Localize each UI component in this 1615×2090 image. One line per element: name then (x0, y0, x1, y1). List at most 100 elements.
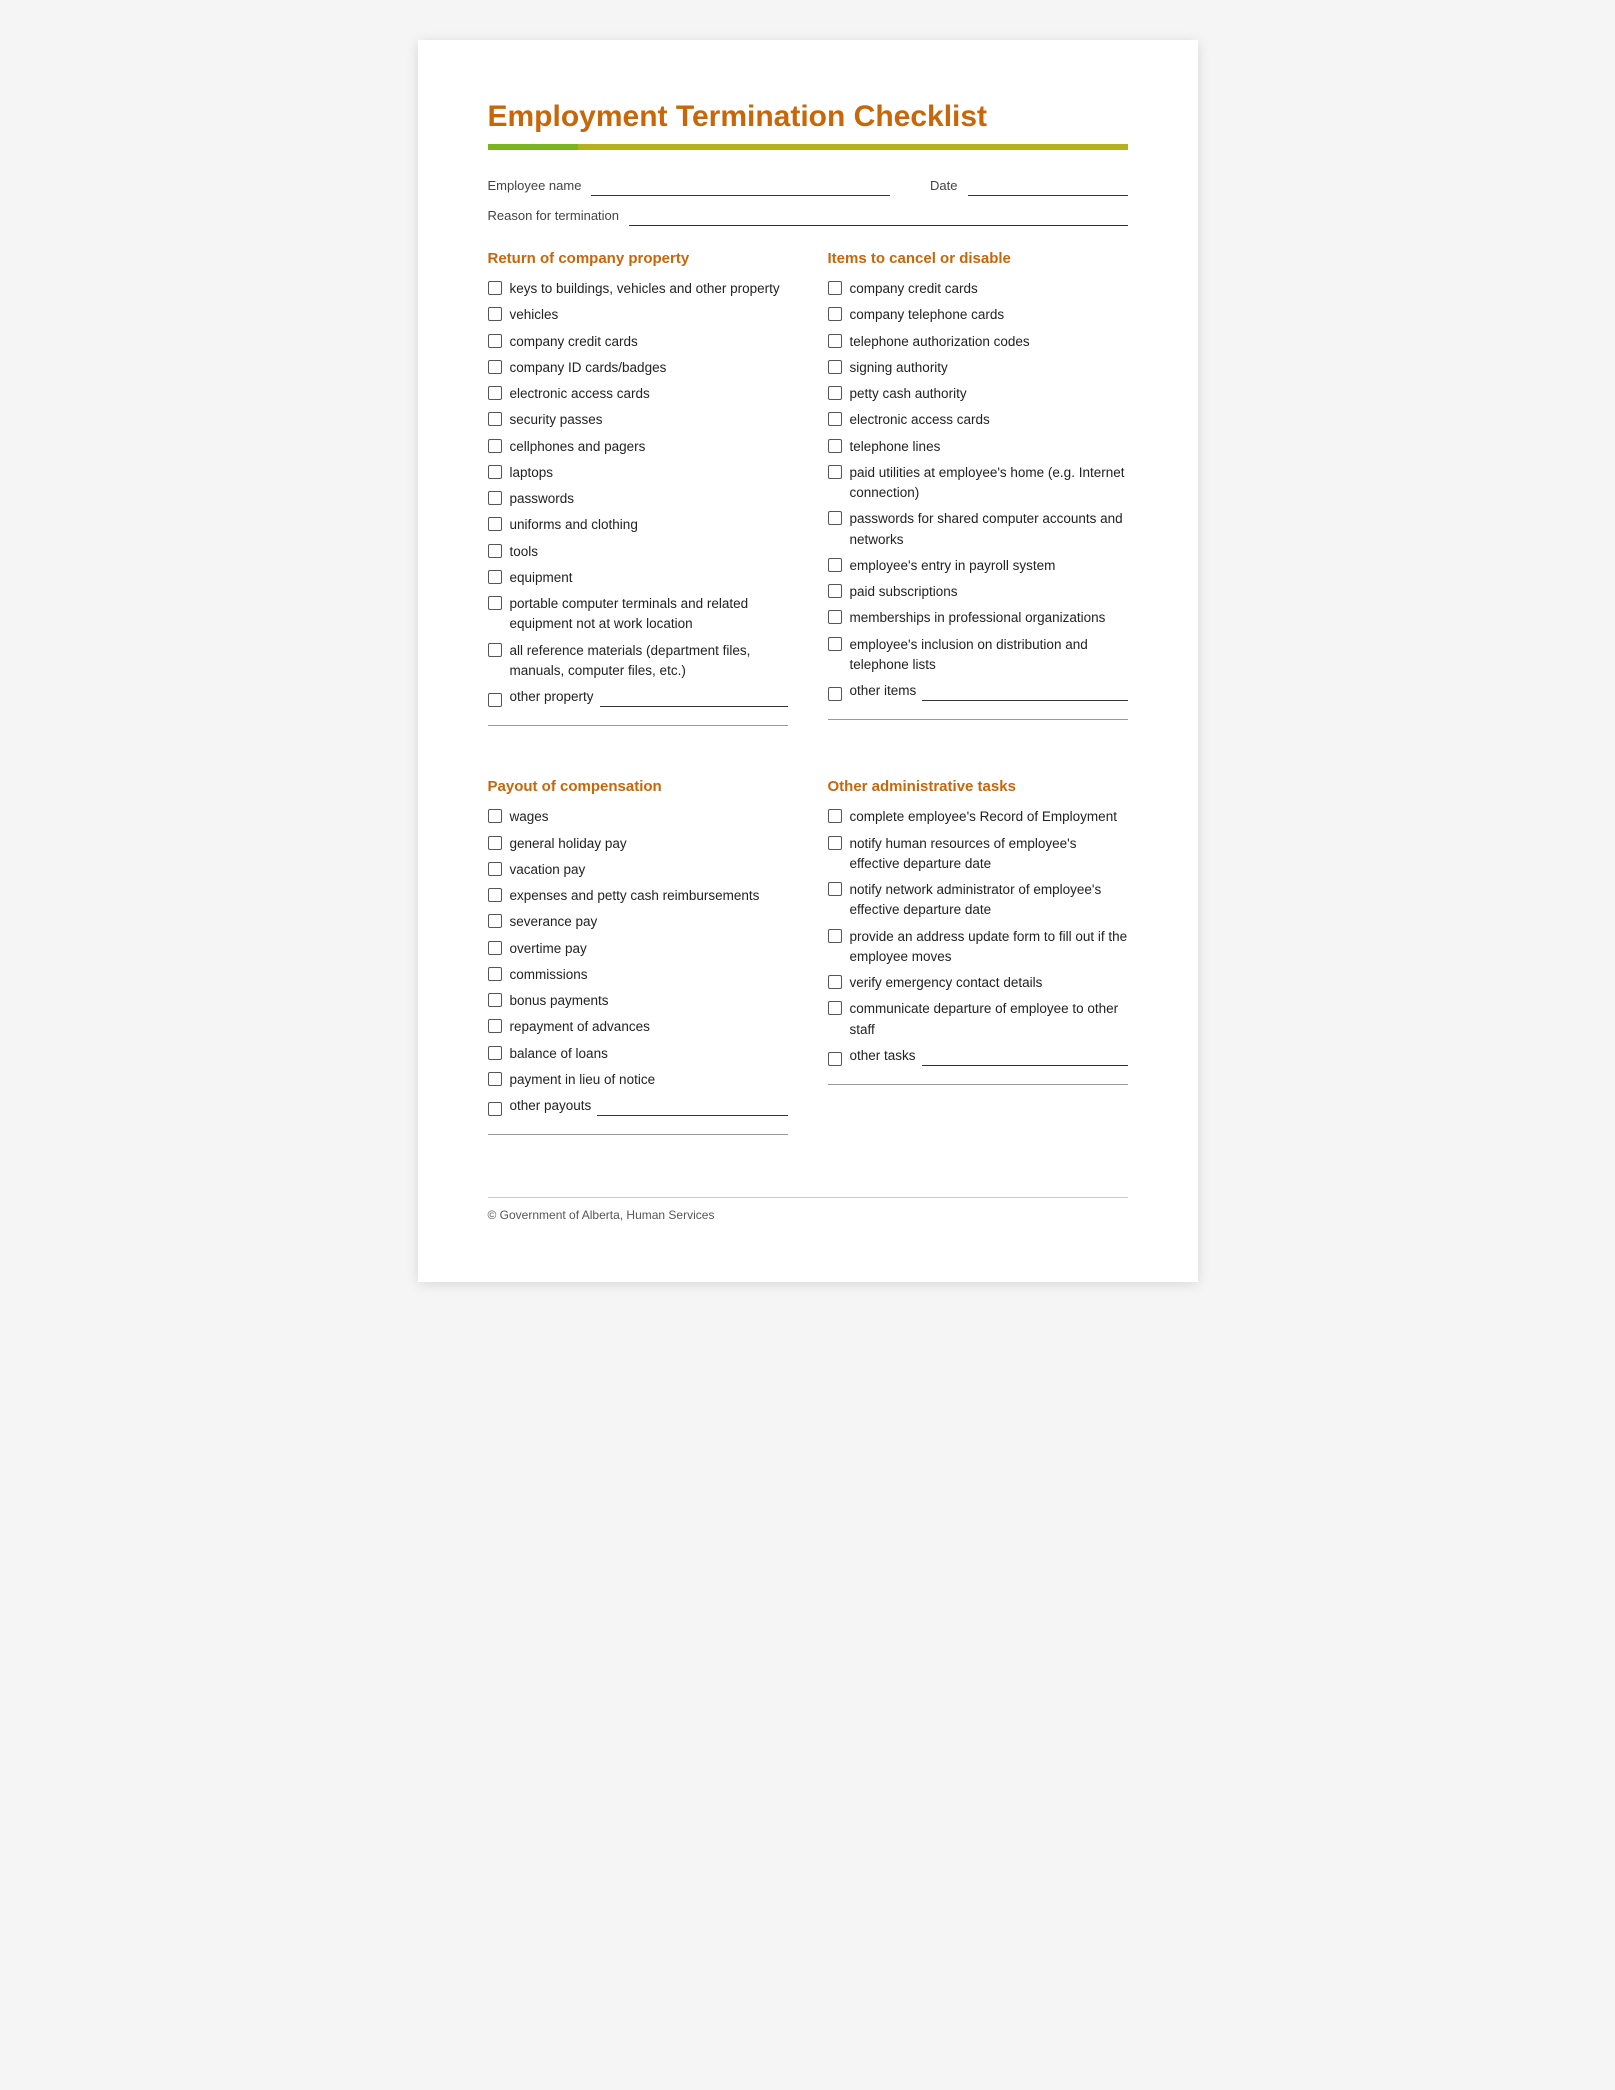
list-item: signing authority (828, 358, 1128, 378)
checkbox[interactable] (828, 1052, 842, 1066)
checkbox[interactable] (488, 941, 502, 955)
bottom-two-col: Payout of compensation wages general hol… (488, 778, 1128, 1157)
cancel-disable-title: Items to cancel or disable (828, 250, 1128, 267)
checkbox[interactable] (828, 360, 842, 374)
reason-row: Reason for termination (488, 208, 1128, 226)
list-item: overtime pay (488, 939, 788, 959)
checkbox[interactable] (488, 544, 502, 558)
list-item: electronic access cards (828, 410, 1128, 430)
checkbox[interactable] (488, 439, 502, 453)
payout-list: wages general holiday pay vacation pay e… (488, 807, 788, 1116)
list-item: company telephone cards (828, 305, 1128, 325)
checkbox[interactable] (488, 465, 502, 479)
checkbox[interactable] (828, 975, 842, 989)
checkbox[interactable] (488, 334, 502, 348)
page-container: Employment Termination Checklist Employe… (418, 40, 1198, 1282)
checkbox[interactable] (488, 1019, 502, 1033)
checkbox[interactable] (488, 412, 502, 426)
checkbox[interactable] (488, 967, 502, 981)
section-divider (828, 1084, 1128, 1085)
checkbox[interactable] (828, 882, 842, 896)
top-two-col: Return of company property keys to build… (488, 250, 1128, 748)
checkbox[interactable] (488, 360, 502, 374)
checkbox[interactable] (828, 929, 842, 943)
checkbox[interactable] (488, 386, 502, 400)
list-item: commissions (488, 965, 788, 985)
checkbox[interactable] (828, 610, 842, 624)
list-item: company credit cards (828, 279, 1128, 299)
checkbox[interactable] (488, 914, 502, 928)
list-item-other: other items (828, 681, 1128, 701)
checkbox[interactable] (488, 596, 502, 610)
date-input[interactable] (968, 178, 1128, 196)
list-item: passwords (488, 489, 788, 509)
checkbox[interactable] (488, 993, 502, 1007)
checkbox[interactable] (488, 517, 502, 531)
checkbox[interactable] (488, 1102, 502, 1116)
checkbox[interactable] (828, 558, 842, 572)
return-property-title: Return of company property (488, 250, 788, 267)
reason-input[interactable] (629, 208, 1127, 226)
date-field: Date (930, 178, 1127, 196)
reason-label: Reason for termination (488, 208, 620, 226)
checkbox[interactable] (488, 307, 502, 321)
admin-tasks-title: Other administrative tasks (828, 778, 1128, 795)
checkbox[interactable] (828, 281, 842, 295)
checkbox[interactable] (828, 809, 842, 823)
list-item: payment in lieu of notice (488, 1070, 788, 1090)
list-item: equipment (488, 568, 788, 588)
checkbox[interactable] (488, 491, 502, 505)
list-item: complete employee's Record of Employment (828, 807, 1128, 827)
checkbox[interactable] (488, 888, 502, 902)
date-label: Date (930, 178, 957, 196)
checkbox[interactable] (488, 862, 502, 876)
name-date-row: Employee name Date (488, 178, 1128, 196)
list-item: security passes (488, 410, 788, 430)
list-item: electronic access cards (488, 384, 788, 404)
list-item: general holiday pay (488, 834, 788, 854)
list-item: portable computer terminals and related … (488, 594, 788, 635)
checkbox[interactable] (488, 836, 502, 850)
checkbox[interactable] (828, 439, 842, 453)
list-item: employee's inclusion on distribution and… (828, 635, 1128, 676)
list-item: passwords for shared computer accounts a… (828, 509, 1128, 550)
cancel-disable-col: Items to cancel or disable company credi… (828, 250, 1128, 748)
list-item: telephone lines (828, 437, 1128, 457)
list-item-other: other property (488, 687, 788, 707)
list-item-other: other tasks (828, 1046, 1128, 1066)
checkbox[interactable] (828, 511, 842, 525)
checkbox[interactable] (828, 584, 842, 598)
checkbox[interactable] (488, 281, 502, 295)
checkbox[interactable] (828, 687, 842, 701)
checkbox[interactable] (488, 693, 502, 707)
section-divider (488, 1134, 788, 1135)
checkbox[interactable] (488, 643, 502, 657)
checkbox[interactable] (828, 386, 842, 400)
checkbox[interactable] (828, 307, 842, 321)
list-item: repayment of advances (488, 1017, 788, 1037)
employee-name-input[interactable] (591, 178, 890, 196)
payout-title: Payout of compensation (488, 778, 788, 795)
checkbox[interactable] (828, 637, 842, 651)
return-property-col: Return of company property keys to build… (488, 250, 788, 748)
section-divider (488, 725, 788, 726)
checkbox[interactable] (828, 465, 842, 479)
checkbox[interactable] (828, 1001, 842, 1015)
list-item: uniforms and clothing (488, 515, 788, 535)
checkbox[interactable] (828, 334, 842, 348)
section-divider (828, 719, 1128, 720)
list-item: communicate departure of employee to oth… (828, 999, 1128, 1040)
checkbox[interactable] (828, 412, 842, 426)
checkbox[interactable] (488, 570, 502, 584)
title-bar-olive (578, 144, 1128, 150)
list-item: company credit cards (488, 332, 788, 352)
title-bar (488, 144, 1128, 150)
list-item: notify human resources of employee's eff… (828, 834, 1128, 875)
checkbox[interactable] (488, 809, 502, 823)
checkbox[interactable] (488, 1046, 502, 1060)
list-item: bonus payments (488, 991, 788, 1011)
checkbox[interactable] (828, 836, 842, 850)
checkbox[interactable] (488, 1072, 502, 1086)
footer: © Government of Alberta, Human Services (488, 1197, 1128, 1222)
title-bar-green (488, 144, 578, 150)
